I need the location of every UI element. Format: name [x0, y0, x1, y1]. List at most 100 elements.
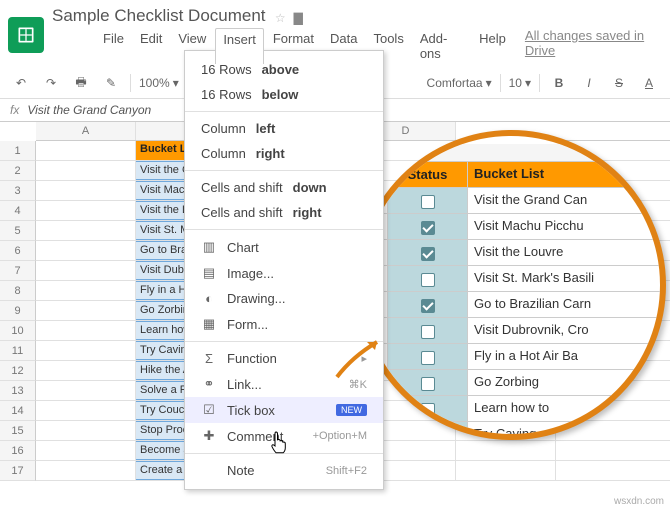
mag-checkbox[interactable]: [388, 292, 468, 317]
row-head[interactable]: 6: [0, 241, 36, 261]
insert-link[interactable]: ⚭Link...⌘K: [185, 371, 383, 397]
paint-button[interactable]: ✎: [100, 72, 122, 94]
cell[interactable]: [36, 381, 136, 400]
drawing-icon: ◐: [201, 291, 217, 306]
row-head[interactable]: 12: [0, 361, 36, 381]
row-head[interactable]: 15: [0, 421, 36, 441]
cell[interactable]: [36, 181, 136, 200]
cell[interactable]: [36, 301, 136, 320]
mag-bucket-cell[interactable]: Learn how to: [468, 396, 666, 421]
formula-input[interactable]: Visit the Grand Canyon: [27, 103, 151, 117]
mag-bucket-cell[interactable]: Visit the Grand Can: [468, 188, 666, 213]
cell[interactable]: [36, 241, 136, 260]
mag-bucket-cell[interactable]: Visit the Louvre: [468, 240, 666, 265]
mag-checkbox[interactable]: [388, 266, 468, 291]
mag-checkbox[interactable]: [388, 344, 468, 369]
cell[interactable]: [36, 321, 136, 340]
menu-addons[interactable]: Add-ons: [413, 28, 470, 64]
mag-bucket-cell[interactable]: Go Zorbing: [468, 370, 666, 395]
undo-button[interactable]: ↶: [10, 72, 32, 94]
folder-icon[interactable]: ▇: [294, 11, 303, 25]
insert-drawing[interactable]: ◐Drawing...: [185, 286, 383, 311]
row-head[interactable]: 1: [0, 141, 36, 161]
mag-checkbox[interactable]: [388, 240, 468, 265]
bold-button[interactable]: B: [548, 72, 570, 94]
mag-checkbox[interactable]: [388, 188, 468, 213]
row-head[interactable]: 9: [0, 301, 36, 321]
insert-cells-down[interactable]: Cells and shift down: [185, 175, 383, 200]
mag-checkbox[interactable]: [388, 422, 468, 440]
insert-function[interactable]: ΣFunction▸: [185, 346, 383, 371]
save-status[interactable]: All changes saved in Drive: [525, 28, 662, 64]
cell[interactable]: [36, 161, 136, 180]
insert-rows-below[interactable]: 16 Rows below: [185, 82, 383, 107]
row-head[interactable]: 8: [0, 281, 36, 301]
row-head[interactable]: 4: [0, 201, 36, 221]
cell[interactable]: [456, 461, 556, 480]
mag-checkbox[interactable]: [388, 214, 468, 239]
image-icon: ▤: [201, 265, 217, 281]
col-head-a[interactable]: A: [36, 122, 136, 140]
mag-bucket-cell[interactable]: Visit St. Mark's Basili: [468, 266, 666, 291]
cell[interactable]: [36, 261, 136, 280]
cell[interactable]: [36, 401, 136, 420]
insert-column-right[interactable]: Column right: [185, 141, 383, 166]
doc-title[interactable]: Sample Checklist Document: [52, 4, 266, 27]
italic-button[interactable]: I: [578, 72, 600, 94]
insert-chart[interactable]: ▥Chart: [185, 234, 383, 260]
menu-insert[interactable]: Insert: [215, 28, 264, 64]
mag-checkbox[interactable]: [388, 370, 468, 395]
insert-menu-dropdown: 16 Rows above 16 Rows below Column left …: [184, 50, 384, 490]
cell[interactable]: [36, 281, 136, 300]
cell[interactable]: [36, 361, 136, 380]
cell[interactable]: [36, 441, 136, 460]
insert-image[interactable]: ▤Image...: [185, 260, 383, 286]
insert-column-left[interactable]: Column left: [185, 116, 383, 141]
row-head[interactable]: 11: [0, 341, 36, 361]
mag-bucket-cell[interactable]: Visit Machu Picchu: [468, 214, 666, 239]
print-button[interactable]: 🖶: [70, 72, 92, 94]
mag-bucket-cell[interactable]: Fly in a Hot Air Ba: [468, 344, 666, 369]
row-head[interactable]: 17: [0, 461, 36, 481]
mag-bucket-cell[interactable]: Visit Dubrovnik, Cro: [468, 318, 666, 343]
row-head[interactable]: 7: [0, 261, 36, 281]
star-icon[interactable]: ☆: [275, 11, 286, 25]
new-badge: NEW: [336, 404, 367, 416]
row-head[interactable]: 3: [0, 181, 36, 201]
zoom-select[interactable]: 100% ▾: [139, 76, 179, 90]
row-head[interactable]: 13: [0, 381, 36, 401]
cell[interactable]: [36, 201, 136, 220]
strike-button[interactable]: S: [608, 72, 630, 94]
menu-file[interactable]: File: [96, 28, 131, 64]
mag-row: 6Go to Brazilian Carn: [362, 292, 666, 318]
cell[interactable]: [36, 461, 136, 480]
mag-bucket-cell[interactable]: Try Caving: [468, 422, 666, 440]
cell[interactable]: [36, 421, 136, 440]
cell[interactable]: [36, 141, 136, 160]
row-head[interactable]: 5: [0, 221, 36, 241]
row-head[interactable]: 2: [0, 161, 36, 181]
font-select[interactable]: Comfortaa ▾: [427, 76, 492, 90]
mag-checkbox[interactable]: [388, 396, 468, 421]
menu-help[interactable]: Help: [472, 28, 513, 64]
insert-form[interactable]: ▦Form...: [185, 311, 383, 337]
mag-bucket-cell[interactable]: Go to Brazilian Carn: [468, 292, 666, 317]
redo-button[interactable]: ↷: [40, 72, 62, 94]
insert-tickbox[interactable]: ☑Tick boxNEW: [185, 397, 383, 423]
font-size-select[interactable]: 10 ▾: [509, 76, 531, 90]
menu-edit[interactable]: Edit: [133, 28, 169, 64]
sheets-logo: [8, 17, 44, 53]
row-head[interactable]: 14: [0, 401, 36, 421]
checkbox-icon: ☑: [201, 402, 217, 418]
mag-checkbox[interactable]: [388, 318, 468, 343]
cell[interactable]: [456, 441, 556, 460]
text-color-button[interactable]: A: [638, 72, 660, 94]
cell[interactable]: [36, 221, 136, 240]
insert-cells-right[interactable]: Cells and shift right: [185, 200, 383, 225]
insert-note[interactable]: NoteShift+F2: [185, 458, 383, 483]
row-head[interactable]: 10: [0, 321, 36, 341]
insert-comment[interactable]: ✚Comment+Option+M: [185, 423, 383, 449]
chevron-down-icon: ▾: [173, 76, 179, 90]
cell[interactable]: [36, 341, 136, 360]
row-head[interactable]: 16: [0, 441, 36, 461]
